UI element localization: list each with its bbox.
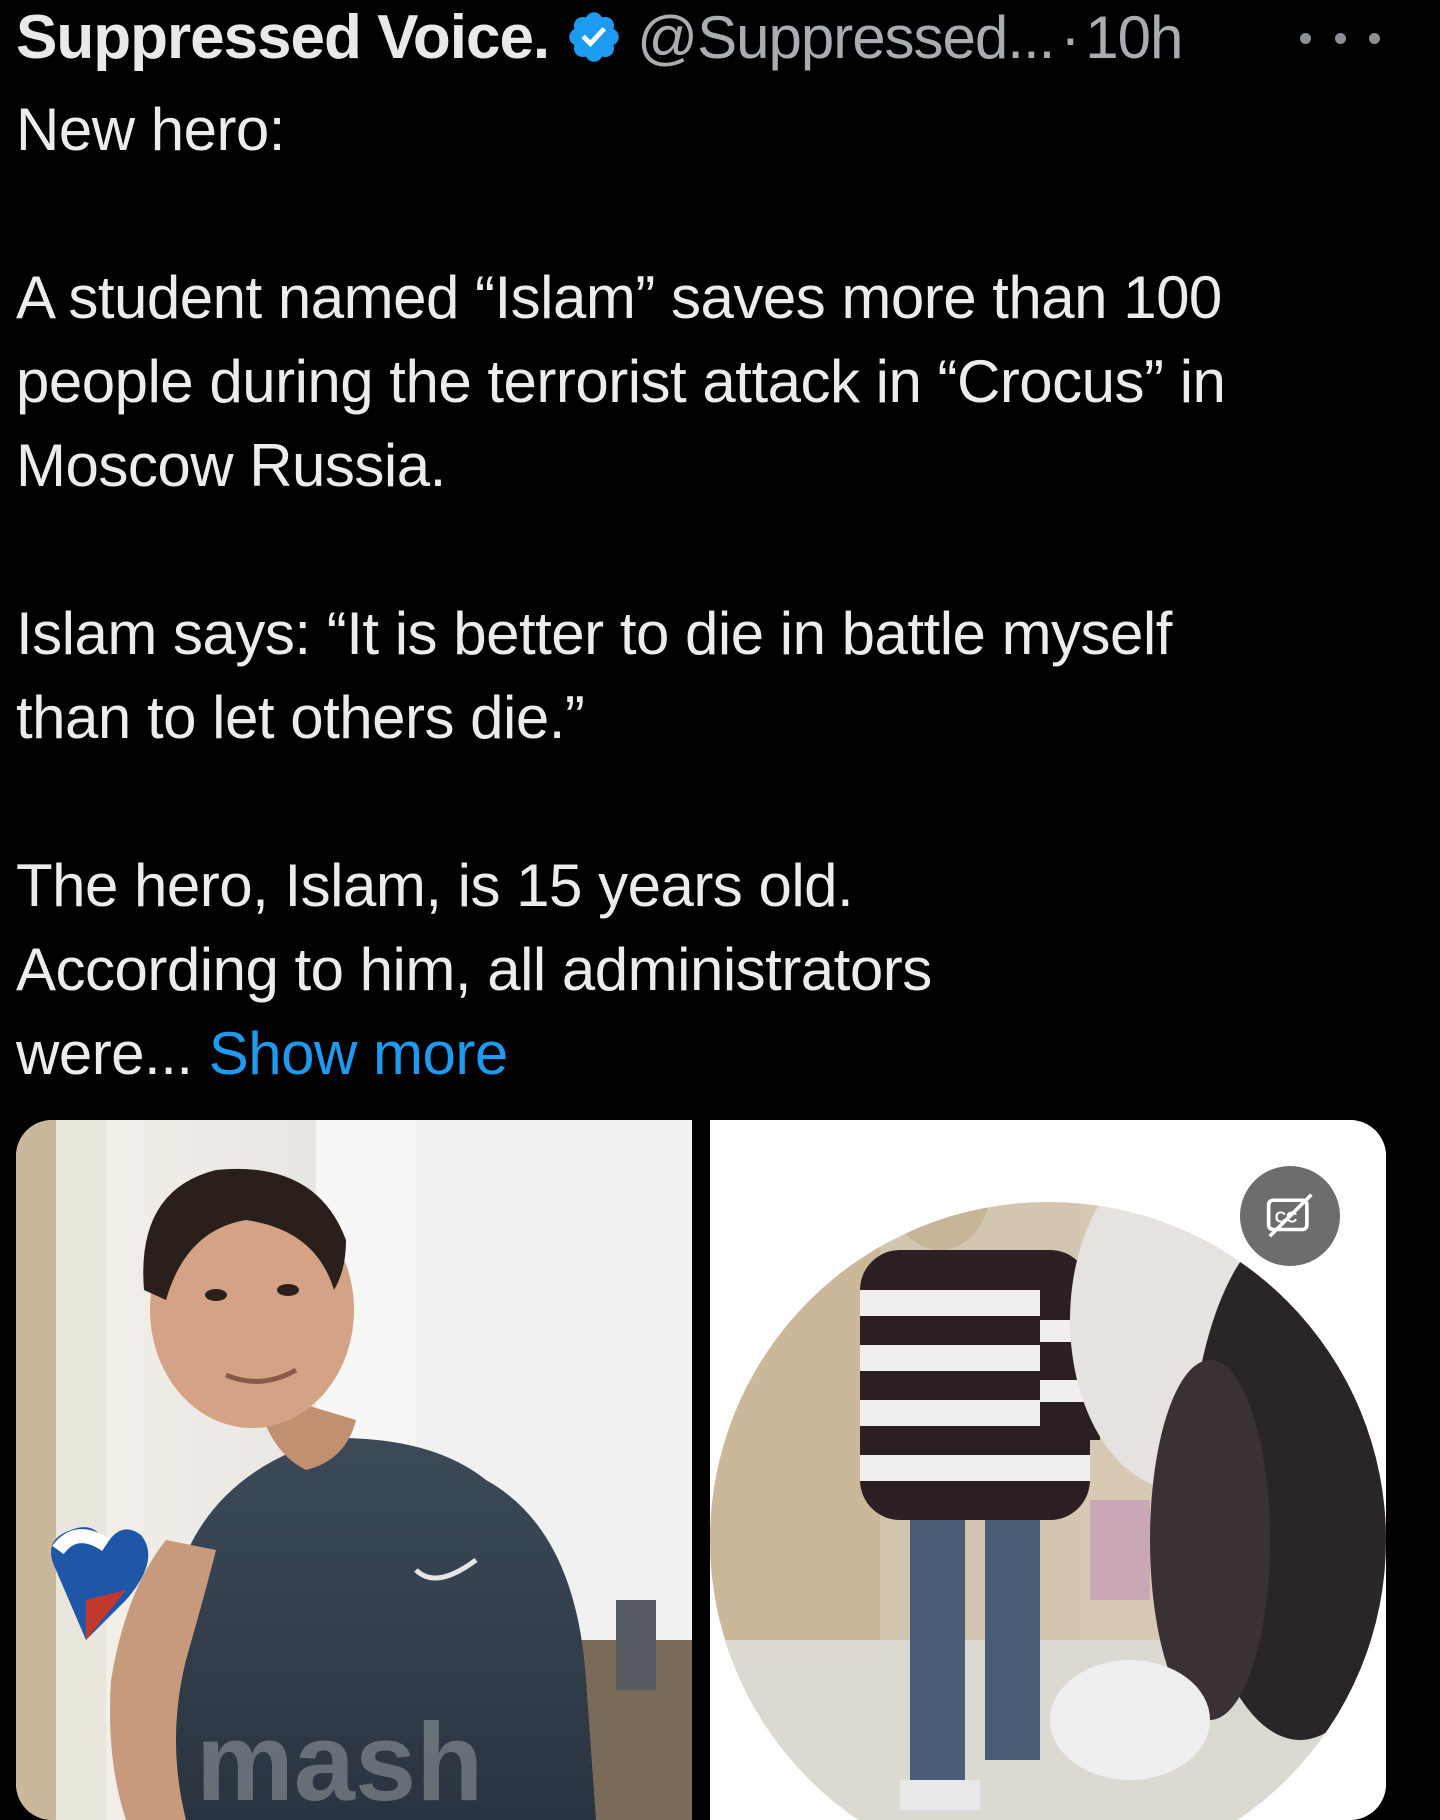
closed-captions-off-icon[interactable]: CC	[1240, 1166, 1340, 1266]
more-options-icon[interactable]	[1300, 8, 1380, 68]
tweet-line: people during the terrorist attack in “C…	[16, 348, 1226, 415]
tweet-line: According to him, all administrators	[16, 936, 932, 1003]
mash-watermark: mash	[196, 1701, 483, 1820]
tweet-line: New hero:	[16, 96, 285, 163]
show-more-link[interactable]: Show more	[209, 1020, 508, 1087]
more-dot	[1300, 32, 1311, 44]
media-grid: mash	[16, 1120, 1386, 1820]
more-dot	[1369, 32, 1380, 44]
post-timestamp[interactable]: 10h	[1085, 3, 1183, 72]
verified-badge-icon[interactable]	[565, 8, 623, 66]
tweet-header: Suppressed Voice. @Suppressed... · 10h	[16, 2, 1416, 72]
tweet-line: A student named “Islam” saves more than …	[16, 264, 1222, 331]
tweet-body: New hero: A student named “Islam” saves …	[16, 88, 1416, 1096]
photo-of-teen-boy[interactable]: mash	[16, 1120, 692, 1820]
more-dot	[1334, 32, 1346, 44]
tweet-line: The hero, Islam, is 15 years old.	[16, 852, 854, 919]
author-handle[interactable]: @Suppressed...	[637, 3, 1055, 72]
truncated-text: were...	[16, 1020, 209, 1087]
tweet-line: were... Show more	[16, 1012, 1416, 1096]
author-display-name[interactable]: Suppressed Voice.	[16, 2, 550, 73]
tweet-line: Islam says: “It is better to die in batt…	[16, 600, 1172, 667]
separator-dot: ·	[1060, 3, 1080, 71]
tweet[interactable]: Suppressed Voice. @Suppressed... · 10h N…	[0, 0, 1440, 1820]
tweet-line: than to let others die.”	[16, 684, 585, 751]
tweet-line: Moscow Russia.	[16, 432, 446, 499]
